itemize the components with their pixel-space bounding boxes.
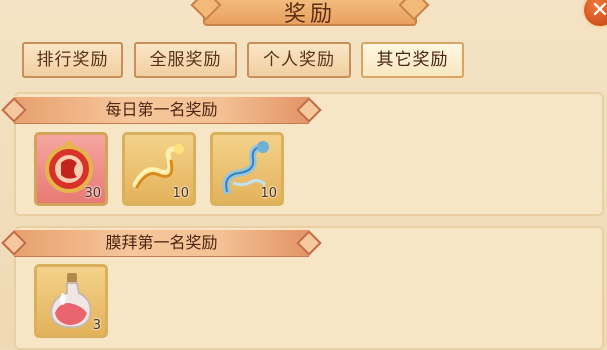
reward-panel: 奖励 ✕ 排行奖励 全服奖励 个人奖励 其它奖励 每日第一名奖励 30 10 1… <box>0 0 607 350</box>
item-count: 3 <box>92 318 101 333</box>
ornament-icon <box>1 97 27 123</box>
section-header: 膜拜第一名奖励 <box>1 229 322 257</box>
tab-label: 全服奖励 <box>149 50 222 70</box>
close-button[interactable]: ✕ <box>582 0 607 28</box>
tab-label: 个人奖励 <box>263 50 335 70</box>
close-icon: ✕ <box>590 0 607 23</box>
tab-ranking-rewards[interactable]: 排行奖励 <box>22 42 123 78</box>
section-title: 膜拜第一名奖励 <box>105 233 218 252</box>
reward-item-potion[interactable]: 3 <box>34 264 108 338</box>
window-title-plate: 奖励 <box>203 0 417 27</box>
reward-item-red-amulet[interactable]: 30 <box>34 132 108 206</box>
reward-item-golden-dragon[interactable]: 10 <box>122 132 196 206</box>
tab-label: 排行奖励 <box>36 50 109 70</box>
ornament-icon <box>1 230 27 256</box>
item-count: 10 <box>172 186 189 201</box>
window-title: 奖励 <box>283 2 336 27</box>
item-count: 10 <box>260 186 277 201</box>
tab-label: 其它奖励 <box>376 50 449 70</box>
item-count: 30 <box>84 186 101 201</box>
tab-other-rewards[interactable]: 其它奖励 <box>361 42 464 78</box>
section-title: 每日第一名奖励 <box>105 100 218 119</box>
section-header: 每日第一名奖励 <box>1 96 322 124</box>
reward-item-blue-dragon[interactable]: 10 <box>210 132 284 206</box>
tab-personal-rewards[interactable]: 个人奖励 <box>247 42 351 78</box>
tab-server-rewards[interactable]: 全服奖励 <box>134 42 237 78</box>
